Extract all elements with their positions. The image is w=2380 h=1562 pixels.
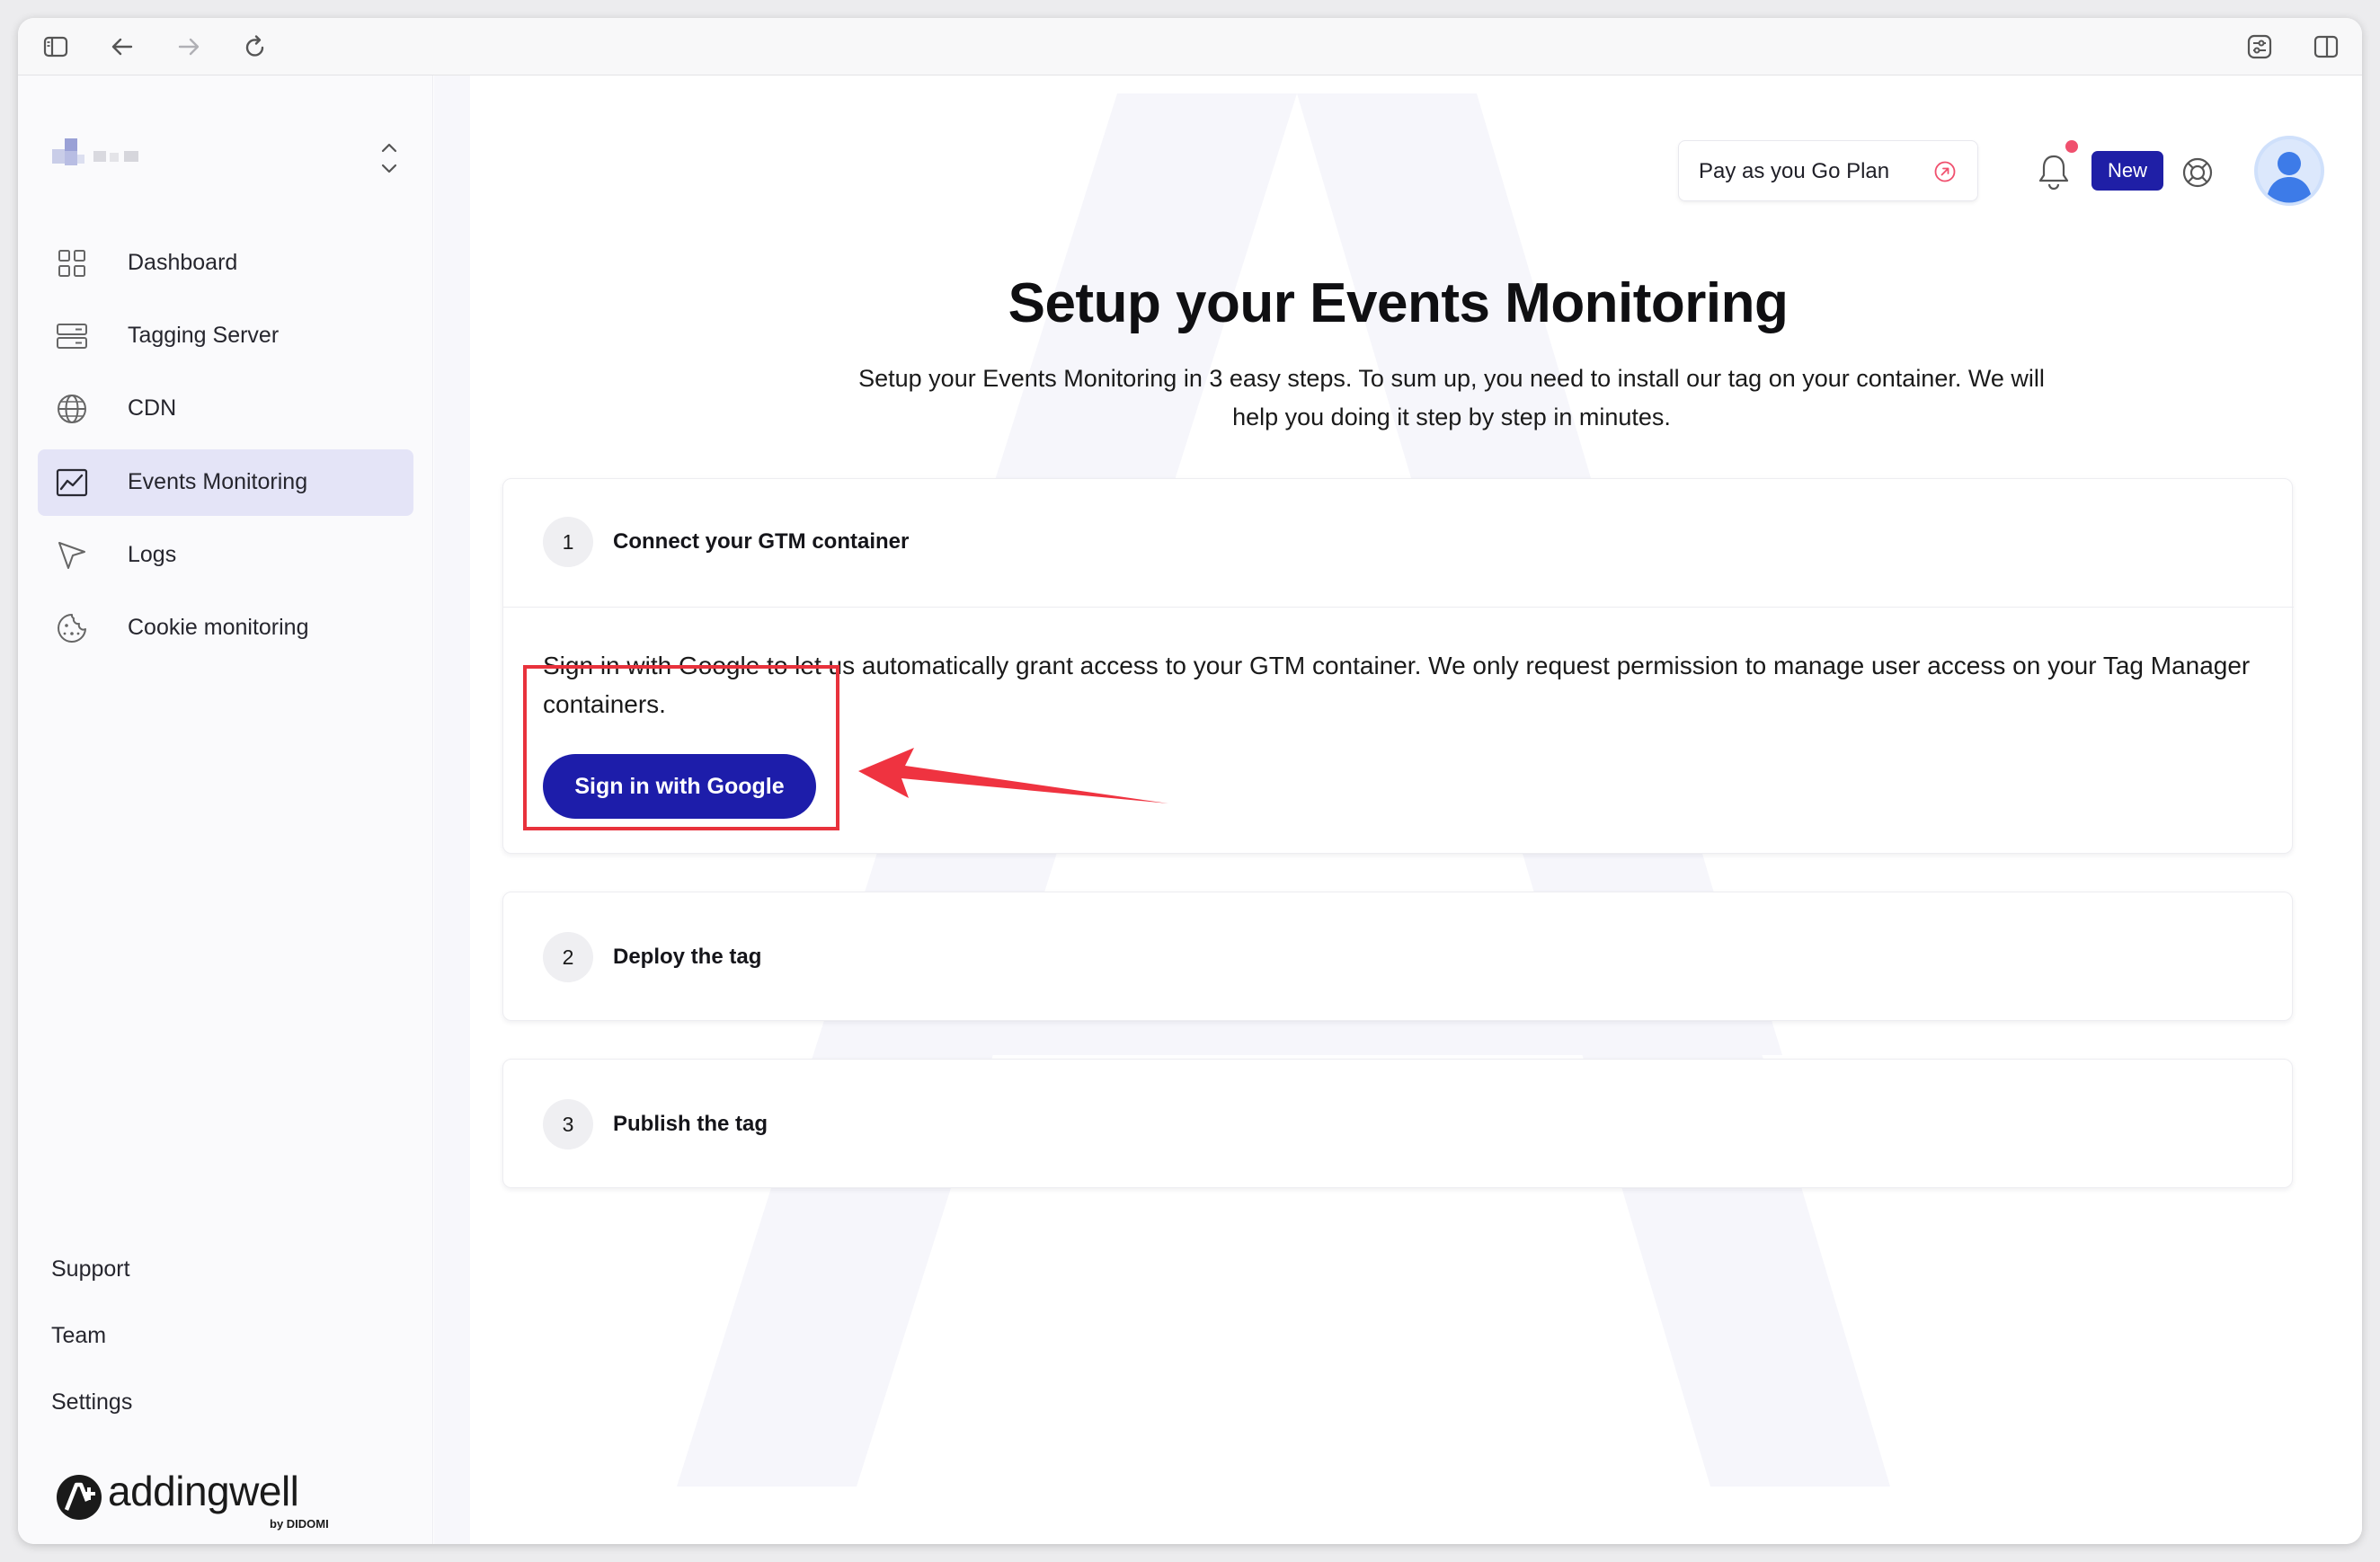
step-description: Sign in with Google to let us automatica…	[543, 652, 2251, 718]
server-icon	[57, 324, 87, 349]
sidebar-item-label: Tagging Server	[128, 323, 280, 348]
addingwell-logo-icon	[57, 1475, 102, 1520]
support-link[interactable]: Support	[51, 1256, 130, 1282]
sidebar: Dashboard Tagging Server CDN Events Moni…	[18, 75, 433, 1544]
sidebar-item-label: Logs	[128, 542, 177, 567]
step-number: 2	[543, 932, 593, 982]
sidebar-item-dashboard[interactable]: Dashboard	[38, 230, 413, 297]
sign-in-with-google-button[interactable]: Sign in with Google	[543, 754, 816, 819]
main-content: Pay as you Go Plan New Setup your Events…	[434, 75, 2362, 1544]
sidebar-item-events-monitoring[interactable]: Events Monitoring	[38, 449, 413, 516]
settings-link[interactable]: Settings	[51, 1389, 132, 1416]
sidebar-toggle-icon[interactable]	[40, 31, 72, 63]
notification-dot	[2065, 140, 2078, 153]
sidebar-item-label: Cookie monitoring	[128, 615, 309, 640]
sidebar-item-label: Dashboard	[128, 250, 238, 275]
sidebar-item-label: Events Monitoring	[128, 469, 308, 494]
external-link-icon	[1934, 161, 1956, 182]
step-title: Deploy the tag	[613, 945, 762, 969]
forward-arrow-icon[interactable]	[173, 31, 205, 63]
step-title: Publish the tag	[613, 1112, 768, 1136]
organization-logo-icon	[52, 138, 138, 165]
back-arrow-icon[interactable]	[106, 31, 138, 63]
bell-icon[interactable]	[2034, 151, 2074, 192]
browser-window: Dashboard Tagging Server CDN Events Moni…	[18, 18, 2362, 1544]
reload-icon[interactable]	[239, 31, 271, 63]
chart-line-icon	[56, 468, 88, 497]
plan-button[interactable]: Pay as you Go Plan	[1678, 140, 1978, 201]
brand-name: addingwell	[108, 1468, 299, 1514]
sidebar-item-label: CDN	[128, 395, 177, 421]
page-subtitle: Setup your Events Monitoring in 3 easy s…	[858, 365, 2045, 430]
chevron-up-down-icon[interactable]	[376, 138, 403, 180]
organization-switcher[interactable]	[52, 129, 412, 192]
sidebar-item-cookie-monitoring[interactable]: Cookie monitoring	[38, 595, 413, 661]
user-avatar-icon[interactable]	[2253, 135, 2325, 207]
split-view-icon[interactable]	[2310, 31, 2342, 63]
sidebar-item-cdn[interactable]: CDN	[38, 376, 413, 442]
team-link[interactable]: Team	[51, 1323, 106, 1349]
settings-sliders-icon[interactable]	[2243, 31, 2276, 63]
plan-label: Pay as you Go Plan	[1699, 159, 1890, 183]
step-number: 1	[543, 517, 593, 567]
page-title: Setup your Events Monitoring	[1008, 272, 1789, 334]
sidebar-item-logs[interactable]: Logs	[38, 522, 413, 589]
grid-icon	[58, 250, 85, 277]
new-badge[interactable]: New	[2091, 151, 2163, 191]
globe-icon	[58, 395, 86, 423]
step-card-deploy-tag[interactable]: 2 Deploy the tag	[502, 892, 2293, 1021]
browser-toolbar	[18, 18, 2362, 75]
help-lifebuoy-icon[interactable]	[2180, 155, 2216, 191]
cookie-icon	[58, 614, 86, 643]
brand-logo: addingwell by DIDOMI	[56, 1468, 352, 1540]
step-title: Connect your GTM container	[613, 529, 910, 554]
brand-by-line: by DIDOMI	[270, 1517, 329, 1531]
step-card-connect-gtm: 1 Connect your GTM container Sign in wit…	[502, 478, 2294, 854]
step-number: 3	[543, 1099, 593, 1149]
cursor-arrow-icon	[58, 542, 85, 569]
step-divider	[503, 607, 2294, 608]
sidebar-item-tagging-server[interactable]: Tagging Server	[38, 303, 413, 369]
step-card-publish-tag[interactable]: 3 Publish the tag	[502, 1059, 2293, 1188]
